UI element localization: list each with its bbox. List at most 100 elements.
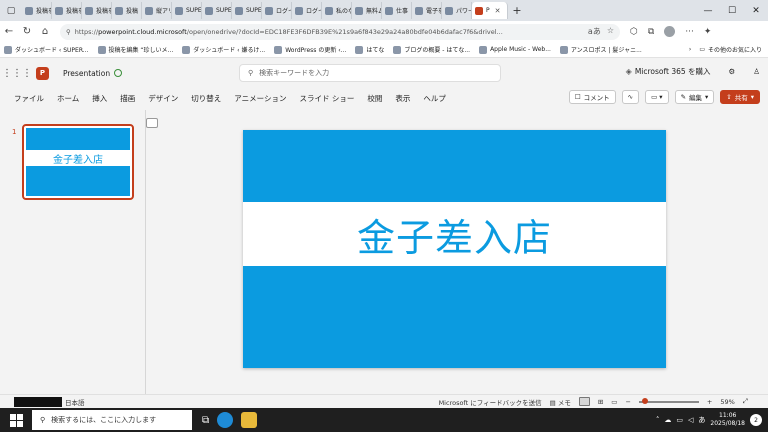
other-favorites-folder[interactable]: ▭ その他のお気に入り bbox=[699, 45, 762, 54]
browser-tab[interactable]: SUPER bbox=[232, 2, 262, 19]
close-tab-icon[interactable]: ✕ bbox=[495, 7, 501, 15]
share-button[interactable]: ⇪ 共有 ▾ bbox=[720, 90, 760, 104]
browser-tab[interactable]: 仕事 bbox=[382, 2, 412, 19]
language-indicator[interactable]: 日本語 bbox=[65, 397, 85, 407]
ribbon-tab[interactable]: 切り替え bbox=[191, 93, 221, 104]
browser-tab[interactable]: パワー bbox=[442, 2, 472, 19]
app-launcher-icon[interactable]: ⋮⋮⋮ bbox=[2, 68, 32, 79]
favorite-favicon-icon bbox=[274, 45, 283, 54]
browser-tab[interactable]: 投稿を bbox=[22, 2, 52, 19]
zoom-in-icon[interactable]: + bbox=[707, 398, 712, 406]
profile-avatar[interactable] bbox=[664, 26, 676, 37]
network-icon[interactable]: ▭ bbox=[676, 416, 683, 424]
tray-overflow-icon[interactable]: ˄ bbox=[656, 416, 660, 424]
site-info-icon[interactable]: ⚲ bbox=[66, 28, 71, 36]
ribbon-tab[interactable]: ホーム bbox=[57, 93, 79, 104]
notes-icon: ▤ bbox=[549, 398, 558, 407]
favorites-overflow-icon[interactable]: › bbox=[689, 46, 691, 53]
browser-tab[interactable]: 投稿を bbox=[82, 2, 112, 19]
document-title[interactable]: Presentation bbox=[63, 69, 110, 78]
toggle-thumbnail-pane-icon[interactable] bbox=[146, 118, 158, 128]
tab-favicon-icon bbox=[115, 6, 123, 15]
slide-sorter-icon[interactable]: ⊞ bbox=[598, 398, 603, 406]
favorite-link[interactable]: ブログの概要 - はてな... bbox=[393, 45, 470, 54]
browser-tab[interactable]: 電子を bbox=[412, 2, 442, 19]
tab-favicon-icon bbox=[145, 6, 153, 15]
refresh-icon[interactable]: ↻ bbox=[18, 26, 36, 37]
ribbon-tab[interactable]: ヘルプ bbox=[423, 93, 446, 104]
fit-to-window-icon[interactable]: ⤢ bbox=[743, 397, 748, 406]
minimize-icon[interactable]: — bbox=[696, 6, 720, 16]
ribbon-tab[interactable]: 挿入 bbox=[92, 93, 107, 104]
home-icon[interactable]: ⌂ bbox=[36, 26, 54, 37]
taskbar-search-input[interactable]: ⚲ 検索するには、ここに入力します bbox=[32, 410, 192, 430]
browser-tab[interactable]: P ✕ bbox=[472, 2, 508, 19]
ribbon-tab[interactable]: 校閲 bbox=[367, 93, 382, 104]
copilot-icon[interactable]: ✦ bbox=[704, 27, 712, 37]
ribbon-tab[interactable]: アニメーション bbox=[234, 93, 286, 104]
ribbon-tab[interactable]: スライド ショー bbox=[299, 93, 354, 104]
account-icon[interactable]: ♙ bbox=[753, 67, 760, 76]
comment-button[interactable]: ☐ コメント bbox=[568, 90, 616, 104]
edit-mode-button[interactable]: ✎ 編集 ▾ bbox=[674, 90, 715, 104]
browser-tab[interactable]: 投稿 bbox=[112, 2, 142, 19]
ribbon-tab[interactable]: デザイン bbox=[148, 93, 178, 104]
normal-view-icon[interactable] bbox=[578, 397, 590, 406]
windows-start-icon[interactable] bbox=[6, 410, 26, 430]
notes-button[interactable]: ▤ メモ bbox=[550, 397, 571, 407]
favorite-link[interactable]: WordPress の更新 ‹... bbox=[274, 45, 346, 54]
reading-view-icon[interactable]: ▭ bbox=[611, 398, 617, 406]
favorite-link[interactable]: Apple Music - Web... bbox=[479, 45, 551, 54]
feedback-link[interactable]: Microsoft にフィードバックを送信 bbox=[439, 397, 542, 407]
ribbon-tab[interactable]: ファイル bbox=[14, 93, 44, 104]
slide-title[interactable]: 金子差入店 bbox=[357, 207, 552, 262]
browser-tab[interactable]: 無料ム bbox=[352, 2, 382, 19]
file-explorer-icon[interactable] bbox=[241, 412, 258, 428]
zoom-slider-thumb[interactable] bbox=[641, 397, 648, 404]
settings-gear-icon[interactable]: ⚙ bbox=[729, 67, 736, 76]
zoom-level[interactable]: 59% bbox=[720, 398, 734, 406]
zoom-out-icon[interactable]: − bbox=[625, 398, 630, 406]
volume-icon[interactable]: ◁ bbox=[688, 416, 693, 424]
powerpoint-logo-icon[interactable]: P bbox=[36, 66, 49, 80]
close-window-icon[interactable]: ✕ bbox=[744, 6, 768, 16]
settings-more-icon[interactable]: ··· bbox=[685, 27, 694, 37]
ribbon-tab[interactable]: 表示 bbox=[395, 93, 410, 104]
task-view-icon[interactable]: ⧉ bbox=[202, 415, 209, 426]
browser-tab[interactable]: SUPER bbox=[172, 2, 202, 19]
favorite-link[interactable]: 投稿を編集 “珍しいメ... bbox=[97, 45, 173, 54]
browser-tab[interactable]: 私のな bbox=[322, 2, 352, 19]
slide-canvas[interactable]: 金子差入店 bbox=[243, 130, 666, 368]
maximize-icon[interactable]: ☐ bbox=[720, 6, 744, 16]
browser-tab[interactable]: ログイン bbox=[262, 2, 292, 19]
back-icon[interactable]: ← bbox=[0, 26, 18, 37]
extensions-icon[interactable]: ⬡ bbox=[630, 27, 638, 37]
browser-tab[interactable]: 縦アリ bbox=[142, 2, 172, 19]
notification-badge[interactable]: 2 bbox=[750, 414, 762, 426]
ribbon-tab[interactable]: 描画 bbox=[120, 93, 135, 104]
ime-indicator[interactable]: あ bbox=[698, 415, 705, 425]
url-input[interactable]: ⚲ https://powerpoint.cloud.microsoft/ope… bbox=[60, 23, 620, 40]
favorite-link[interactable]: アンスロポス | 髪ジャニ... bbox=[559, 45, 642, 54]
search-input[interactable]: ⚲ 検索キーワードを入力 bbox=[239, 64, 501, 82]
clock[interactable]: 11:06 2025/08/18 bbox=[710, 412, 745, 428]
slide-thumbnail[interactable]: 金子差入店 bbox=[22, 124, 134, 200]
onedrive-icon[interactable]: ☁ bbox=[664, 416, 671, 424]
new-tab-button[interactable]: + bbox=[508, 4, 526, 17]
browser-tab[interactable]: 投稿を bbox=[52, 2, 82, 19]
read-aloud-icon[interactable]: aあ bbox=[588, 26, 601, 37]
favorite-link[interactable]: ダッシュボード ‹ SUPER... bbox=[4, 45, 89, 54]
favorite-link[interactable]: はてな bbox=[355, 45, 384, 54]
catch-up-button[interactable]: ∿ bbox=[621, 90, 640, 104]
collections-icon[interactable]: ⧉ bbox=[648, 27, 654, 37]
tab-actions-icon[interactable]: ▢ bbox=[0, 0, 22, 21]
edge-browser-icon[interactable] bbox=[217, 412, 234, 428]
browser-tab[interactable]: SUPER bbox=[202, 2, 232, 19]
present-button[interactable]: ▭ ▾ bbox=[645, 90, 669, 104]
favorite-link[interactable]: ダッシュボード ‹ 嫌るけ... bbox=[182, 45, 265, 54]
pane-divider[interactable] bbox=[145, 110, 146, 394]
favorite-star-icon[interactable]: ☆ bbox=[607, 26, 614, 37]
browser-tab[interactable]: ログイン bbox=[292, 2, 322, 19]
buy-microsoft-365-button[interactable]: ◈ Microsoft 365 を購入 bbox=[626, 66, 711, 77]
zoom-slider[interactable] bbox=[638, 397, 699, 404]
